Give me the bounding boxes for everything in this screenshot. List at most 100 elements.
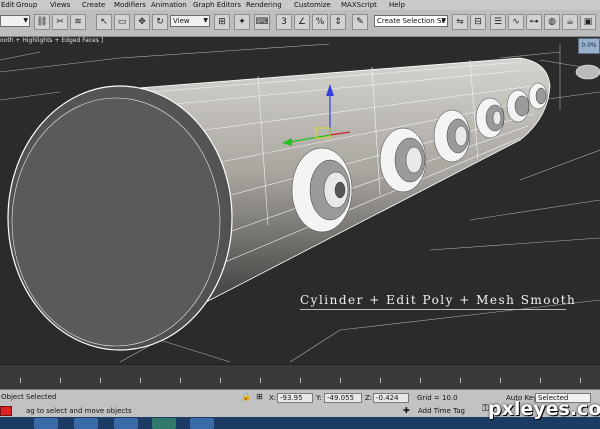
menu-edit[interactable]: Edit	[1, 0, 15, 10]
time-tick	[380, 378, 381, 383]
angle-snap-button[interactable]: ∠	[294, 14, 310, 30]
schematic-view-button[interactable]: ⊶	[526, 14, 542, 30]
selection-status: Object Selected	[1, 393, 57, 401]
pivot-icon: ⊞	[218, 17, 226, 27]
keyboard-shortcut-button[interactable]: ⌨	[254, 14, 270, 30]
edit-named-selection-button[interactable]: ✎	[352, 14, 368, 30]
material-editor-button[interactable]: ◍	[544, 14, 560, 30]
lock-icon[interactable]: 🔒	[241, 392, 251, 401]
reference-coordinate-dropdown[interactable]: View ▼	[170, 15, 210, 27]
chevron-down-icon: ▼	[23, 17, 28, 24]
menu-bar: Edit Group Views Create Modifiers Animat…	[0, 0, 600, 10]
z-coordinate-label: Z:	[365, 394, 373, 402]
menu-group[interactable]: Group	[16, 0, 37, 10]
menu-rendering[interactable]: Rendering	[246, 0, 282, 10]
perspective-viewport[interactable]	[0, 44, 600, 364]
time-tick	[500, 378, 501, 383]
rotate-icon: ↻	[156, 17, 164, 27]
taskbar-3dsmax-button[interactable]	[152, 418, 176, 429]
time-tick	[540, 378, 541, 383]
chevron-down-icon: ▼	[441, 17, 446, 24]
time-tick	[260, 378, 261, 383]
curve-icon: ∿	[512, 17, 520, 27]
menu-graph-editors[interactable]: Graph Editors	[193, 0, 241, 10]
align-button[interactable]: ⊟	[470, 14, 486, 30]
y-coordinate-field[interactable]: -49.055	[324, 393, 362, 403]
background-pipe	[575, 64, 600, 80]
spinner-icon: ⇕	[334, 17, 342, 27]
taskbar-browser-button[interactable]	[74, 418, 98, 429]
time-tick	[340, 378, 341, 383]
reference-coordinate-value: View	[173, 17, 190, 25]
viewcube-widget[interactable]: 0.0%	[578, 38, 600, 54]
material-icon: ◍	[548, 17, 556, 27]
gear-disc-5	[506, 89, 530, 123]
viewcube-percent: 0.0%	[581, 42, 597, 49]
maxscript-listener-button[interactable]	[0, 406, 12, 416]
menu-help[interactable]: Help	[389, 0, 405, 10]
time-tick	[300, 378, 301, 383]
taskbar-photoshop-button[interactable]	[190, 418, 214, 429]
time-tick	[580, 378, 581, 383]
gear-disc-3	[433, 109, 471, 163]
menu-create[interactable]: Create	[82, 0, 105, 10]
teapot-icon: ☕	[565, 17, 575, 27]
menu-maxscript[interactable]: MAXScript	[341, 0, 377, 10]
named-selection-icon: ✎	[356, 17, 364, 27]
z-coordinate-field[interactable]: -0.424	[373, 393, 409, 403]
select-object-button[interactable]: ↖	[96, 14, 112, 30]
unlink-button[interactable]: ✂	[52, 14, 68, 30]
pivot-center-button[interactable]: ⊞	[214, 14, 230, 30]
select-move-button[interactable]: ✥	[134, 14, 150, 30]
gear-disc-6	[528, 82, 548, 110]
absolute-mode-icon[interactable]: ⊞	[256, 392, 263, 401]
layer-manager-button[interactable]: ☰	[490, 14, 506, 30]
taskbar-media-button[interactable]	[114, 418, 138, 429]
main-toolbar: ▼ ⛓ ✂ ≋ ↖ ▭ ✥ ↻ View ▼ ⊞ ✦ ⌨ 3 ∠ % ⇕ ✎ Cr…	[0, 10, 600, 37]
time-slider-track[interactable]	[0, 364, 600, 389]
gear-disc-2	[379, 127, 427, 193]
gear-disc-1	[291, 147, 353, 233]
percent-snap-button[interactable]: %	[312, 14, 328, 30]
region-icon: ▭	[117, 17, 127, 27]
named-selection-dropdown[interactable]: Create Selection Se ▼	[374, 15, 448, 27]
render-setup-button[interactable]: ☕	[562, 14, 578, 30]
angle-icon: ∠	[297, 17, 307, 27]
menu-customize[interactable]: Customize	[294, 0, 331, 10]
curve-editor-button[interactable]: ∿	[508, 14, 524, 30]
spinner-snap-button[interactable]: ⇕	[330, 14, 346, 30]
mirror-icon: ⇋	[456, 17, 464, 27]
select-region-button[interactable]: ▭	[114, 14, 130, 30]
time-tick	[180, 378, 181, 383]
snaps-label: 3	[281, 17, 287, 27]
menu-views[interactable]: Views	[50, 0, 70, 10]
select-link-button[interactable]: ⛓	[34, 14, 50, 30]
link-icon: ⛓	[36, 17, 48, 27]
bind-space-warp-button[interactable]: ≋	[70, 14, 86, 30]
layers-icon: ☰	[493, 17, 503, 27]
chevron-down-icon: ▼	[203, 17, 208, 24]
y-coordinate-label: Y:	[316, 394, 322, 402]
unlink-icon: ✂	[56, 17, 64, 27]
viewport-label[interactable]: ooth + Highlights + Edged Faces ]	[0, 37, 103, 44]
menu-animation[interactable]: Animation	[151, 0, 187, 10]
x-coordinate-field[interactable]: -93.95	[277, 393, 313, 403]
selection-filter-dropdown[interactable]: ▼	[0, 15, 30, 27]
warp-icon: ≋	[74, 17, 82, 27]
time-tick	[60, 378, 61, 383]
select-manipulate-button[interactable]: ✦	[234, 14, 250, 30]
time-tick	[220, 378, 221, 383]
time-tick	[420, 378, 421, 383]
align-icon: ⊟	[474, 17, 482, 27]
render-button[interactable]: ▣	[580, 14, 596, 30]
taskbar-explorer-button[interactable]	[34, 418, 58, 429]
move-icon: ✥	[138, 17, 146, 27]
select-rotate-button[interactable]: ↻	[152, 14, 168, 30]
keyboard-icon: ⌨	[255, 17, 269, 27]
snaps-toggle-button[interactable]: 3	[276, 14, 292, 30]
mirror-button[interactable]: ⇋	[452, 14, 468, 30]
menu-modifiers[interactable]: Modifiers	[114, 0, 146, 10]
time-tick	[20, 378, 21, 383]
percent-snap-label: %	[315, 17, 325, 27]
add-time-tag-button[interactable]: Add Time Tag	[418, 407, 465, 415]
